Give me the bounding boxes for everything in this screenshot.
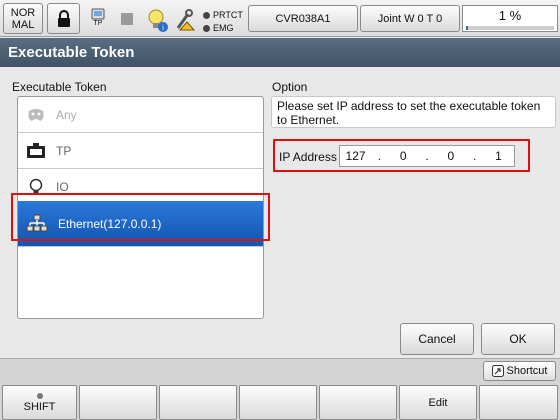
tool-indicator bbox=[174, 8, 196, 32]
teach-pendant-status-icon bbox=[91, 8, 105, 20]
token-highlight-box bbox=[11, 193, 270, 241]
joint-button[interactable]: Joint W 0 T 0 bbox=[360, 5, 460, 32]
fkey-4[interactable] bbox=[319, 385, 397, 420]
fkey-label: SHIFT bbox=[23, 400, 56, 413]
ip-octet-1[interactable]: 127 bbox=[340, 149, 371, 163]
token-item-label: TP bbox=[56, 143, 72, 158]
ip-octet-3[interactable]: 0 bbox=[435, 149, 466, 163]
tp-indicator: TP bbox=[89, 8, 107, 32]
page-title: Executable Token bbox=[0, 38, 560, 67]
lock-button[interactable] bbox=[47, 3, 80, 34]
protect-label: PRTCT bbox=[213, 10, 243, 20]
shift-lamp bbox=[36, 392, 43, 399]
ok-button[interactable]: OK bbox=[481, 323, 555, 355]
fkey-1[interactable] bbox=[79, 385, 157, 420]
fkey-shift[interactable]: SHIFT bbox=[2, 385, 77, 420]
stop-indicator bbox=[121, 13, 133, 25]
option-heading: Option bbox=[272, 80, 308, 94]
shortcut-button[interactable]: Shortcut bbox=[483, 361, 556, 381]
emg-dot bbox=[203, 24, 210, 32]
ip-octet-2[interactable]: 0 bbox=[388, 149, 419, 163]
speed-value: 1 % bbox=[498, 8, 522, 23]
option-message: Please set IP address to set the executa… bbox=[271, 96, 556, 128]
ip-address-label: IP Address bbox=[279, 150, 337, 164]
ip-separator: . bbox=[425, 149, 429, 163]
mode-label-line2: MAL bbox=[11, 18, 35, 31]
shortcut-icon bbox=[491, 365, 504, 377]
lock-icon bbox=[57, 9, 70, 27]
tp-status-label: TP bbox=[93, 20, 103, 27]
light-indicator: i bbox=[147, 8, 169, 34]
lightbulb-info-icon: i bbox=[148, 9, 168, 32]
fkey-edit[interactable]: Edit bbox=[399, 385, 477, 420]
token-item-label: IO bbox=[56, 179, 69, 194]
shortcut-label: Shortcut bbox=[506, 365, 548, 377]
fkey-label: Edit bbox=[428, 396, 448, 409]
wrench-warning-icon bbox=[176, 9, 196, 31]
speed-indicator[interactable]: 1 % bbox=[462, 5, 558, 32]
fkey-2[interactable] bbox=[159, 385, 237, 420]
protect-lamp: PRTCT bbox=[203, 10, 243, 20]
speed-fill bbox=[466, 26, 468, 30]
emg-lamp: EMG bbox=[203, 23, 234, 33]
fkey-3[interactable] bbox=[239, 385, 317, 420]
program-button[interactable]: CVR038A1 bbox=[248, 5, 358, 32]
mode-button[interactable]: NOR MAL bbox=[3, 3, 43, 34]
speed-track bbox=[466, 26, 554, 30]
teach-pendant-icon bbox=[27, 142, 45, 158]
ip-octet-4[interactable]: 1 bbox=[483, 149, 514, 163]
token-item-label: Any bbox=[56, 107, 77, 122]
ip-separator: . bbox=[472, 149, 477, 163]
gamepad-icon bbox=[28, 108, 44, 121]
token-item-any[interactable]: Any bbox=[18, 97, 263, 133]
ip-address-field[interactable]: 127 . 0 . 0 . 1 bbox=[339, 145, 515, 167]
token-list-heading: Executable Token bbox=[12, 80, 107, 94]
protect-dot bbox=[203, 11, 210, 19]
mode-label-line1: NOR bbox=[10, 6, 36, 19]
cancel-button[interactable]: Cancel bbox=[400, 323, 474, 355]
ip-separator: . bbox=[377, 149, 382, 163]
emg-label: EMG bbox=[213, 23, 234, 33]
fkey-6[interactable] bbox=[479, 385, 558, 420]
token-item-tp[interactable]: TP bbox=[18, 133, 263, 169]
